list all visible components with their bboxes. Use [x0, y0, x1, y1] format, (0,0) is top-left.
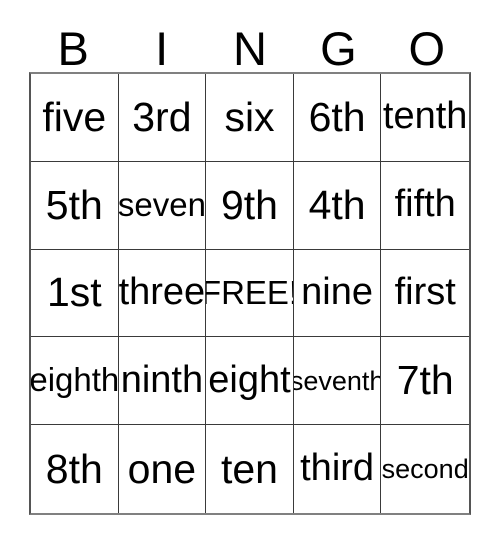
bingo-cell[interactable]: six: [206, 74, 294, 162]
bingo-header-cell-1: I: [117, 16, 205, 72]
bingo-header-cell-3: G: [294, 16, 382, 72]
bingo-cell[interactable]: one: [118, 425, 207, 513]
bingo-cell[interactable]: eight: [206, 337, 294, 426]
bingo-header-cell-2: N: [206, 16, 294, 72]
bingo-header-cell-0: B: [29, 16, 117, 72]
bingo-cell[interactable]: 6th: [293, 74, 382, 162]
bingo-cell[interactable]: seven: [118, 161, 207, 250]
bingo-cell[interactable]: third: [293, 425, 382, 513]
bingo-free-space-label: FREE!: [206, 273, 294, 311]
bingo-cell-label: tenth: [382, 95, 468, 138]
bingo-cell-label: second: [381, 453, 469, 484]
bingo-cell-label: 1st: [46, 269, 102, 316]
bingo-cell-label: 4th: [308, 181, 366, 228]
bingo-header-letter: B: [57, 22, 89, 75]
bingo-cell[interactable]: 9th: [206, 161, 294, 250]
bingo-cell-label: six: [224, 93, 275, 140]
bingo-header-letter: O: [408, 22, 446, 75]
bingo-cell-label: five: [42, 93, 107, 140]
bingo-free-space-cell[interactable]: FREE!: [206, 249, 294, 338]
bingo-cell-label: 5th: [45, 181, 103, 228]
bingo-cell[interactable]: seventh: [293, 337, 382, 426]
bingo-header-letter: G: [320, 22, 357, 75]
bingo-cell[interactable]: 8th: [31, 425, 119, 513]
bingo-cell[interactable]: three: [118, 249, 207, 338]
bingo-cell[interactable]: nine: [293, 249, 382, 338]
bingo-cell[interactable]: 7th: [381, 337, 469, 426]
bingo-cell[interactable]: 1st: [31, 249, 119, 338]
bingo-cell[interactable]: five: [31, 74, 119, 162]
bingo-cell-label: nine: [301, 271, 374, 314]
bingo-cell[interactable]: ninth: [118, 337, 207, 426]
bingo-cell[interactable]: first: [381, 249, 469, 338]
bingo-cell-label: 6th: [308, 93, 366, 140]
bingo-cell[interactable]: ten: [206, 425, 294, 513]
bingo-cell-label: seventh: [293, 365, 382, 396]
bingo-cell-label: 8th: [45, 445, 103, 492]
bingo-cell-label: fifth: [394, 183, 456, 226]
bingo-cell-label: 7th: [396, 357, 454, 404]
bingo-cell-label: three: [118, 271, 206, 314]
bingo-cell-label: one: [127, 445, 197, 492]
bingo-cell-label: 9th: [220, 181, 278, 228]
bingo-cell[interactable]: tenth: [381, 74, 469, 162]
bingo-grid: five 3rd six 6th tenth 5th seven 9th 4th fifth 1st…: [29, 72, 471, 515]
bingo-cell[interactable]: 4th: [293, 161, 382, 250]
bingo-cell[interactable]: 5th: [31, 161, 119, 250]
bingo-cell-label: first: [394, 271, 456, 314]
bingo-card: BINGO five 3rd six 6th tenth 5th seven 9th 4th fi…: [0, 0, 500, 544]
bingo-cell-label: ten: [220, 445, 278, 492]
bingo-cell-label: third: [300, 447, 375, 490]
bingo-cell[interactable]: 3rd: [118, 74, 207, 162]
bingo-cell-label: ninth: [120, 358, 204, 401]
bingo-header-row: B I NGO: [29, 16, 471, 72]
bingo-cell-label: 3rd: [132, 93, 192, 140]
bingo-cell[interactable]: second: [381, 425, 469, 513]
bingo-header-letter: I: [155, 22, 169, 75]
bingo-cell[interactable]: eighth: [31, 337, 119, 426]
bingo-cell[interactable]: fifth: [381, 161, 469, 250]
bingo-cell-label: seven: [118, 185, 206, 223]
bingo-header-cell-4: O: [383, 16, 471, 72]
bingo-cell-label: eight: [208, 358, 291, 401]
bingo-header-letter: N: [233, 22, 267, 75]
bingo-cell-label: eighth: [31, 361, 119, 399]
